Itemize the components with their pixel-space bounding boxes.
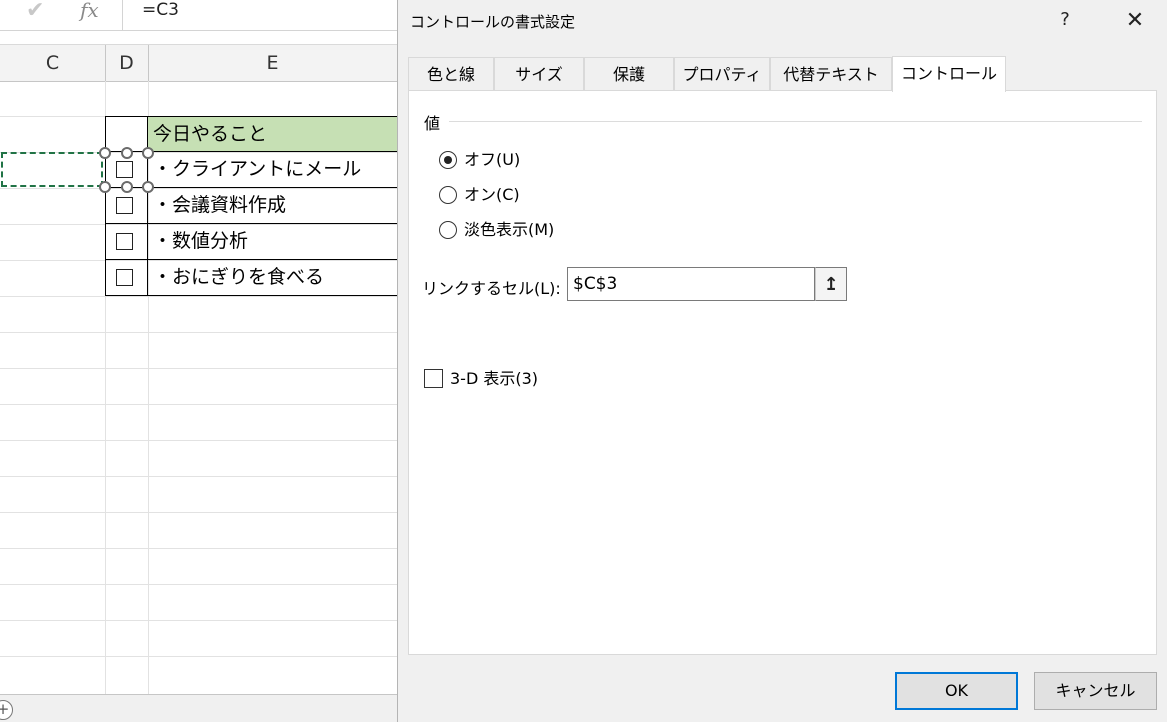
insert-function-icon[interactable]: fx — [80, 0, 99, 22]
todo-item-cell[interactable]: ・おにぎりを食べる — [148, 260, 397, 295]
grid-line — [0, 476, 397, 477]
formula-input[interactable]: =C3 — [142, 0, 179, 20]
resize-handle[interactable] — [142, 181, 154, 193]
selected-cell-c3[interactable] — [1, 152, 103, 187]
checkbox-cell[interactable] — [105, 188, 148, 223]
group-divider — [449, 121, 1142, 122]
todo-header-cell[interactable]: 今日やること — [148, 117, 397, 151]
dialog-title: コントロールの書式設定 — [410, 13, 576, 31]
ok-button[interactable]: OK — [895, 672, 1018, 710]
radio-mixed-label: 淡色表示(M) — [464, 220, 555, 239]
value-group-label: 値 — [424, 114, 441, 133]
resize-handle[interactable] — [121, 147, 133, 159]
grid-line — [0, 296, 397, 297]
radio-off-label: オフ(U) — [464, 150, 521, 169]
todo-header-d-cell[interactable] — [105, 117, 148, 151]
radio-off-circle[interactable] — [439, 151, 457, 169]
resize-handle[interactable] — [121, 181, 133, 193]
grid-line — [0, 512, 397, 513]
radio-on-circle[interactable] — [439, 186, 457, 204]
control-tab-panel: 値 オフ(U) オン(C) 淡色表示(M) リンクするセル(L): $C$3 ↥… — [408, 90, 1157, 655]
check-icon[interactable]: ✔ — [26, 0, 44, 23]
column-headers: C D E — [0, 44, 397, 82]
grid-line — [0, 620, 397, 621]
radio-on-label: オン(C) — [464, 185, 520, 204]
format-control-dialog: コントロールの書式設定 ? ✕ 色と線 サイズ 保護 プロパティ 代替テキスト … — [397, 0, 1167, 722]
tab-colors-lines[interactable]: 色と線 — [408, 57, 494, 91]
tab-alt-text[interactable]: 代替テキスト — [770, 57, 892, 91]
resize-handle[interactable] — [99, 181, 111, 193]
tab-protection[interactable]: 保護 — [584, 57, 674, 91]
tab-control[interactable]: コントロール — [892, 56, 1006, 92]
column-header-c[interactable]: C — [0, 45, 106, 81]
formula-bar: ✔ fx =C3 — [0, 0, 397, 31]
todo-item-cell[interactable]: ・会議資料作成 — [148, 188, 397, 223]
sheet-tab-bar: + — [0, 694, 397, 722]
radio-selected-dot — [444, 156, 452, 164]
resize-handle[interactable] — [99, 147, 111, 159]
range-select-icon[interactable]: ↥ — [815, 267, 847, 301]
add-sheet-icon[interactable]: + — [0, 700, 13, 720]
grid-line — [0, 332, 397, 333]
help-icon[interactable]: ? — [1053, 6, 1077, 34]
grid-line — [0, 440, 397, 441]
table-row: ・おにぎりを食べる — [105, 260, 397, 296]
table-row: ・会議資料作成 — [105, 188, 397, 224]
shading-3d-box[interactable] — [424, 369, 443, 388]
column-header-d[interactable]: D — [105, 45, 149, 81]
checkbox[interactable] — [116, 233, 133, 250]
column-header-e[interactable]: E — [148, 45, 397, 81]
link-cell-label: リンクするセル(L): — [422, 279, 561, 298]
radio-mixed-circle[interactable] — [439, 221, 457, 239]
checkbox[interactable] — [116, 269, 133, 286]
shading-3d-label: 3-D 表示(3) — [450, 369, 539, 388]
link-cell-input[interactable]: $C$3 — [567, 267, 815, 301]
cancel-button[interactable]: キャンセル — [1034, 672, 1157, 710]
checkbox[interactable] — [116, 161, 133, 178]
todo-item-cell[interactable]: ・数値分析 — [148, 224, 397, 259]
excel-sheet: ✔ fx =C3 C D E 今日やること ・クライアントにメール ・会議資料作… — [0, 0, 397, 722]
grid-line — [0, 584, 397, 585]
close-icon[interactable]: ✕ — [1120, 6, 1150, 36]
todo-table: 今日やること ・クライアントにメール ・会議資料作成 ・数値分析 ・おにぎりを食… — [105, 116, 397, 296]
grid-line — [0, 656, 397, 657]
formula-bar-separator — [122, 0, 123, 30]
checkbox-cell[interactable] — [105, 224, 148, 259]
grid-line — [0, 368, 397, 369]
table-row: ・数値分析 — [105, 224, 397, 260]
grid-line — [0, 404, 397, 405]
tab-size[interactable]: サイズ — [494, 57, 584, 91]
todo-item-cell[interactable]: ・クライアントにメール — [148, 152, 397, 187]
checkbox-cell[interactable] — [105, 260, 148, 295]
tab-properties[interactable]: プロパティ — [674, 57, 770, 91]
resize-handle[interactable] — [142, 147, 154, 159]
checkbox[interactable] — [116, 197, 133, 214]
grid-line — [0, 548, 397, 549]
